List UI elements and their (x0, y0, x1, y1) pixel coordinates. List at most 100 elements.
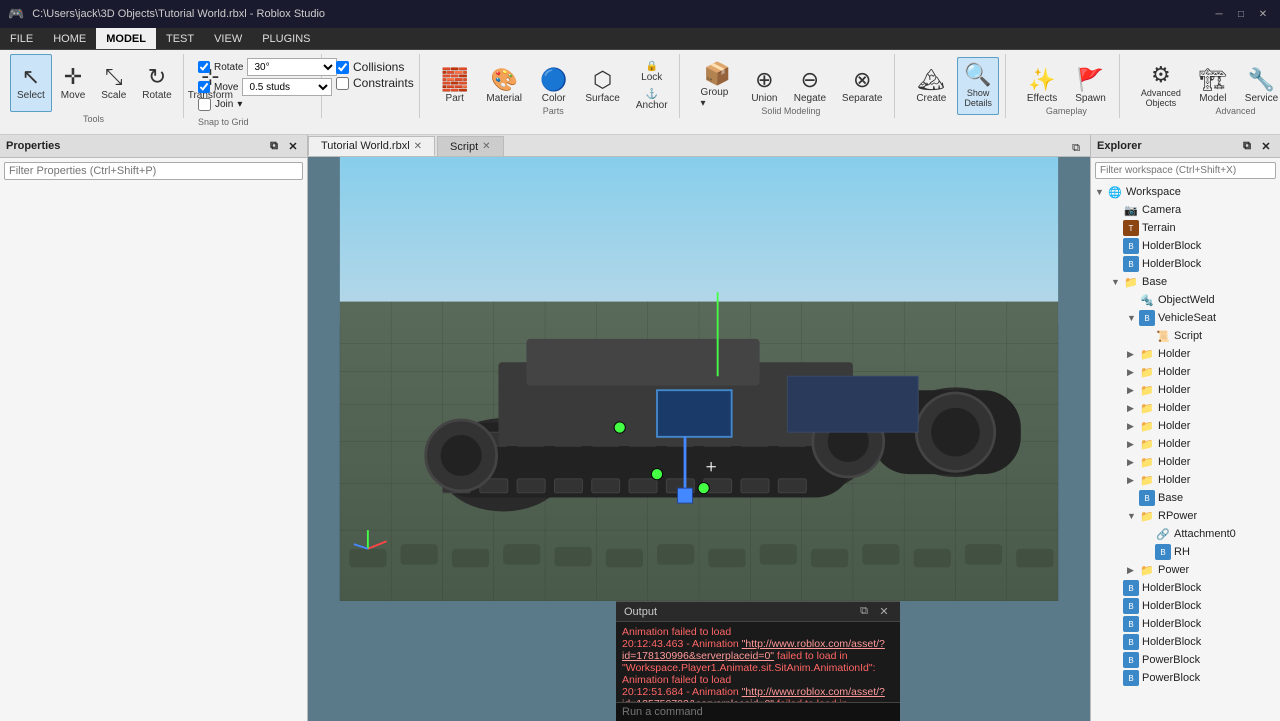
group-icon: 📦 (704, 63, 731, 85)
tree-item-holder2[interactable]: ▶ 📁 Holder (1091, 363, 1280, 381)
move-button[interactable]: ✛ Move (54, 54, 92, 112)
select-button[interactable]: ↖ Select (10, 54, 52, 112)
tree-item-holderblock4[interactable]: B HolderBlock (1091, 597, 1280, 615)
snap-grid-label: Snap to Grid (198, 117, 249, 127)
advanced-label: Advanced (1128, 106, 1280, 116)
tree-item-holderblock2[interactable]: B HolderBlock (1091, 255, 1280, 273)
tree-item-holderblock1[interactable]: B HolderBlock (1091, 237, 1280, 255)
rotate-button[interactable]: ↻ Rotate (135, 54, 178, 112)
properties-panel: Properties ⧉ ✕ (0, 135, 308, 721)
editor-tabs: Tutorial World.rbxl ✕ Script ✕ ⧉ (308, 135, 1090, 157)
tree-item-holder8[interactable]: ▶ 📁 Holder (1091, 471, 1280, 489)
rotate-snap-select[interactable]: 30° (247, 58, 337, 76)
holder8-icon: 📁 (1139, 472, 1155, 488)
constraints-row: Constraints (336, 76, 414, 90)
close-button[interactable]: ✕ (1254, 5, 1272, 23)
menu-file[interactable]: FILE (0, 28, 43, 49)
tab-world-close[interactable]: ✕ (414, 141, 422, 152)
advanced-group: ⚙ AdvancedObjects 🏗 Model 🔧 Service 💥 Co… (1128, 54, 1280, 118)
tree-item-rpower[interactable]: ▼ 📁 RPower (1091, 507, 1280, 525)
maximize-button[interactable]: □ (1232, 5, 1250, 23)
move-icon: ✛ (64, 66, 82, 88)
create-button[interactable]: 🏔 Create (909, 57, 953, 115)
properties-header-buttons: ⧉ ✕ (266, 138, 301, 154)
tree-item-holder7[interactable]: ▶ 📁 Holder (1091, 453, 1280, 471)
menu-home[interactable]: HOME (43, 28, 96, 49)
tree-item-holderblock6[interactable]: B HolderBlock (1091, 633, 1280, 651)
tree-item-power[interactable]: ▶ 📁 Power (1091, 561, 1280, 579)
tree-item-holder1[interactable]: ▶ 📁 Holder (1091, 345, 1280, 363)
effects-icon: ✨ (1028, 69, 1055, 91)
join-row: Join ▾ (198, 98, 337, 111)
show-details-button[interactable]: 🔍 ShowDetails (957, 57, 999, 115)
explorer-header-buttons: ⧉ ✕ (1239, 138, 1274, 154)
lock-button[interactable]: 🔒 Lock (631, 59, 673, 85)
explorer-filter-input[interactable] (1095, 162, 1276, 179)
separate-icon: ⊗ (853, 69, 871, 91)
menu-model[interactable]: MODEL (96, 28, 156, 49)
attachment0-icon: 🔗 (1155, 526, 1171, 542)
tree-item-holderblock5[interactable]: B HolderBlock (1091, 615, 1280, 633)
toolbar-tools-group: ↖ Select ✛ Move ⤡ Scale ↻ Rotate ⊹ Tra (4, 54, 184, 118)
output-close-button[interactable]: ✕ (876, 604, 892, 620)
move-snap-select[interactable]: 0.5 studs (242, 78, 332, 96)
tree-item-powerblock1[interactable]: B PowerBlock (1091, 651, 1280, 669)
tree-item-rh[interactable]: B RH (1091, 543, 1280, 561)
properties-filter-input[interactable] (4, 162, 303, 180)
menu-view[interactable]: VIEW (204, 28, 252, 49)
command-input[interactable] (616, 702, 900, 721)
tree-item-camera[interactable]: 📷 Camera (1091, 201, 1280, 219)
tab-script-close[interactable]: ✕ (482, 141, 490, 152)
join-checkbox[interactable] (198, 98, 211, 111)
constraints-checkbox[interactable] (336, 77, 349, 90)
tree-item-base[interactable]: ▼ 📁 Base (1091, 273, 1280, 291)
tab-world[interactable]: Tutorial World.rbxl ✕ (308, 136, 435, 156)
tree-item-attachment0[interactable]: 🔗 Attachment0 (1091, 525, 1280, 543)
tree-item-holder5[interactable]: ▶ 📁 Holder (1091, 417, 1280, 435)
powerblock2-icon: B (1123, 670, 1139, 686)
tree-item-vehicleseat[interactable]: ▼ B VehicleSeat (1091, 309, 1280, 327)
tree-arrow-workspace: ▼ (1095, 187, 1107, 197)
move-snap-checkbox[interactable] (198, 81, 210, 93)
terrain-icon: T (1123, 220, 1139, 236)
spawn-icon: 🚩 (1077, 69, 1104, 91)
tree-item-terrain[interactable]: T Terrain (1091, 219, 1280, 237)
output-popout-button[interactable]: ⧉ (856, 604, 872, 620)
tree-item-holder3[interactable]: ▶ 📁 Holder (1091, 381, 1280, 399)
tree-item-script[interactable]: 📜 Script (1091, 327, 1280, 345)
tree-item-holder6[interactable]: ▶ 📁 Holder (1091, 435, 1280, 453)
scale-button[interactable]: ⤡ Scale (94, 54, 133, 112)
explorer-close-button[interactable]: ✕ (1258, 138, 1274, 154)
gameplay-group: ✨ Effects 🚩 Spawn Gameplay (1014, 54, 1120, 118)
tree-item-workspace[interactable]: ▼ 🌐 Workspace (1091, 183, 1280, 201)
scene-viewport[interactable] (308, 157, 1090, 601)
properties-popout-button[interactable]: ⧉ (266, 138, 282, 154)
solid-modeling-label: Solid Modeling (688, 106, 895, 116)
explorer-tree: ▼ 🌐 Workspace 📷 Camera T Terrain B Holde… (1091, 183, 1280, 721)
properties-title: Properties (6, 140, 60, 152)
viewport-popout-button[interactable]: ⧉ (1068, 140, 1084, 156)
tree-item-powerblock2[interactable]: B PowerBlock (1091, 669, 1280, 687)
base-icon: 📁 (1123, 274, 1139, 290)
tree-item-objectweld[interactable]: 🔩 ObjectWeld (1091, 291, 1280, 309)
tree-item-base2[interactable]: B Base (1091, 489, 1280, 507)
holderblock3-icon: B (1123, 580, 1139, 596)
rotate-snap-checkbox[interactable] (198, 61, 210, 73)
holderblock2-icon: B (1123, 256, 1139, 272)
menu-test[interactable]: TEST (156, 28, 204, 49)
collisions-group: Collisions Constraints (330, 54, 420, 118)
properties-close-button[interactable]: ✕ (285, 138, 301, 154)
output-header: Output ⧉ ✕ (616, 602, 900, 622)
holderblock5-icon: B (1123, 616, 1139, 632)
minimize-button[interactable]: ─ (1210, 5, 1228, 23)
tree-item-holder4[interactable]: ▶ 📁 Holder (1091, 399, 1280, 417)
material-icon: 🎨 (490, 69, 517, 91)
tree-item-holderblock3[interactable]: B HolderBlock (1091, 579, 1280, 597)
tab-script[interactable]: Script ✕ (437, 136, 504, 156)
collisions-checkbox[interactable] (336, 61, 349, 74)
gameplay-label: Gameplay (1014, 106, 1119, 116)
output-panel: Output ⧉ ✕ Animation failed to load 20:1… (616, 601, 900, 721)
output-header-buttons: ⧉ ✕ (856, 604, 892, 620)
explorer-popout-button[interactable]: ⧉ (1239, 138, 1255, 154)
menu-plugins[interactable]: PLUGINS (252, 28, 320, 49)
